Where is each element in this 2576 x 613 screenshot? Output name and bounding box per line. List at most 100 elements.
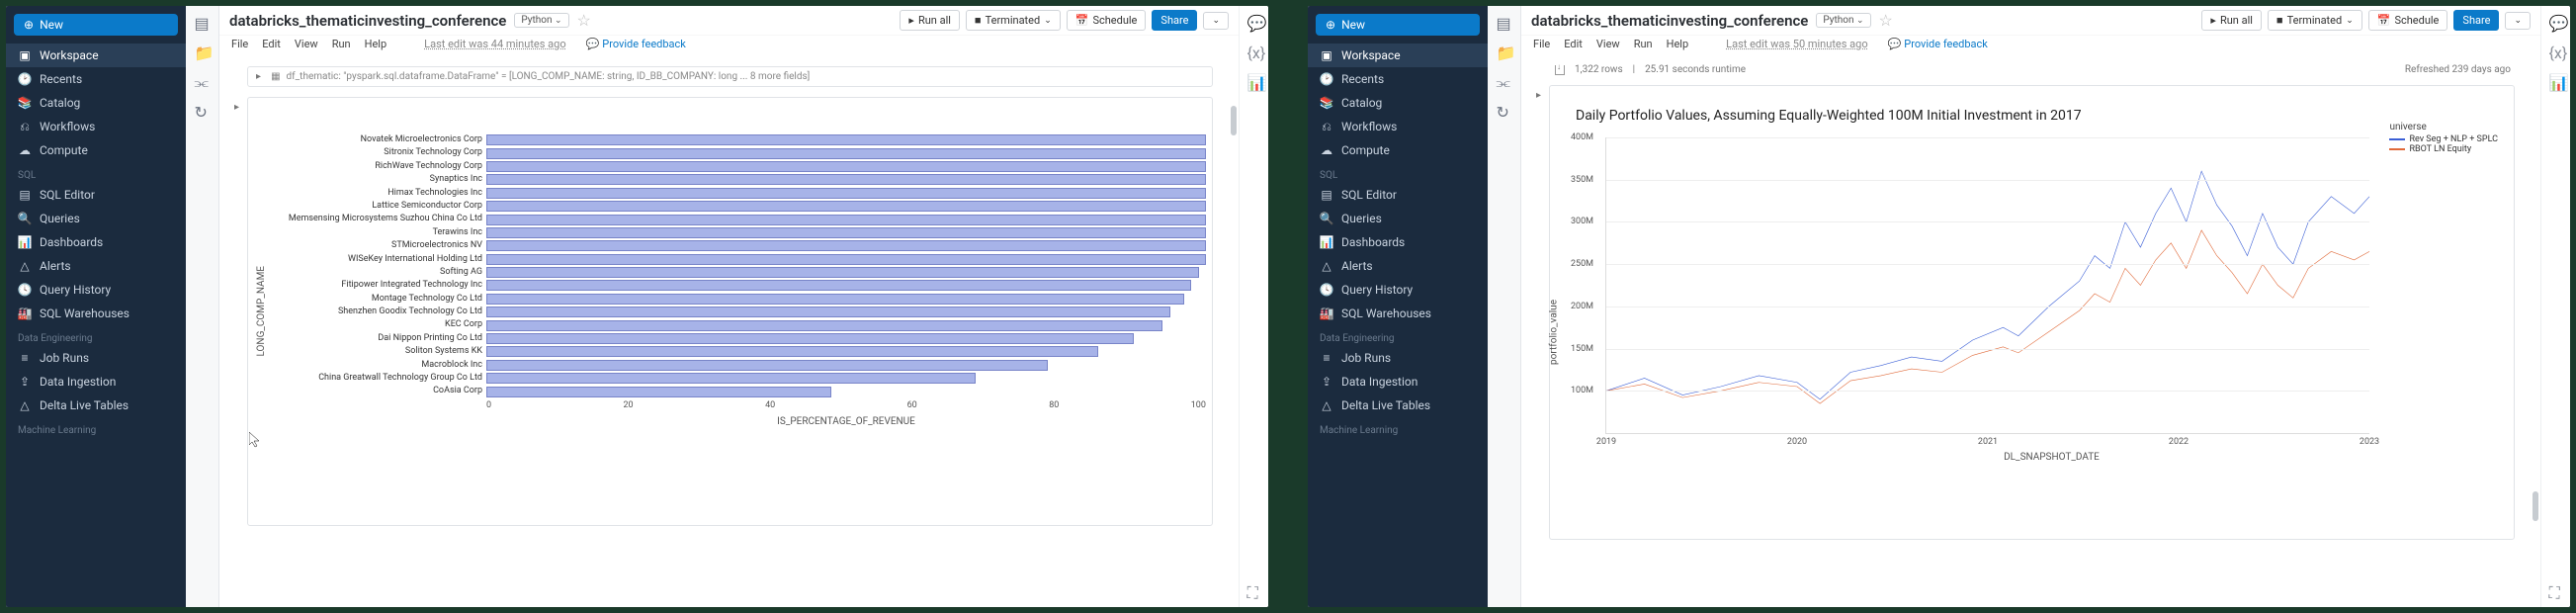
bar-category-label: RichWave Technology Corp [269, 160, 486, 173]
line-x-axis-label: DL_SNAPSHOT_DATE [1605, 452, 2498, 463]
menu-help[interactable]: Help [365, 38, 387, 50]
menu-edit[interactable]: Edit [262, 38, 281, 50]
folder-icon[interactable]: 📁 [1497, 44, 1512, 59]
last-edit-hint[interactable]: Last edit was 50 minutes ago [1726, 38, 1867, 50]
star-icon[interactable]: ☆ [577, 11, 591, 30]
expand-icon[interactable]: ⛶ [2549, 583, 2563, 597]
comment-icon[interactable]: 💬 [2549, 14, 2563, 28]
expand-triangle-icon[interactable]: ▸ [1536, 90, 1541, 101]
run-all-button[interactable]: ▸ Run all [900, 10, 960, 31]
folder-icon[interactable]: 📁 [195, 44, 211, 59]
sidebar-item-catalog[interactable]: 📚Catalog [6, 91, 186, 115]
menu-run[interactable]: Run [332, 38, 351, 50]
bar-category-label: WISeKey International Holding Ltd [269, 253, 486, 266]
sidebar-item-queryhistory[interactable]: 🕓Query History [6, 278, 186, 302]
graph-icon[interactable]: ⫘ [195, 73, 211, 89]
menu-view[interactable]: View [295, 38, 318, 50]
sidebar-item-compute[interactable]: ☁Compute [6, 138, 186, 162]
legend-swatch [2389, 138, 2405, 140]
x-tick-label: 2021 [1978, 437, 1998, 447]
refresh-icon[interactable]: ↻ [1497, 103, 1512, 119]
sidebar-item-label: Delta Live Tables [1341, 398, 1430, 412]
expand-triangle-icon[interactable]: ▸ [256, 71, 261, 82]
sidebar-item-ingestion[interactable]: ⇪Data Ingestion [6, 370, 186, 394]
run-all-button[interactable]: ▸ Run all [2201, 10, 2262, 31]
sidebar-item-warehouses[interactable]: 🏭SQL Warehouses [1308, 302, 1488, 325]
panel-icon[interactable]: 📊 [2549, 73, 2563, 87]
menu-run[interactable]: Run [1634, 38, 1653, 50]
comment-icon[interactable]: 💬 [1247, 14, 1261, 28]
share-button[interactable]: Share [2453, 10, 2499, 31]
menu-view[interactable]: View [1596, 38, 1620, 50]
expand-triangle-icon[interactable]: ▸ [234, 102, 239, 113]
sidebar-item-catalog[interactable]: 📚Catalog [1308, 91, 1488, 115]
sidebar-item-workspace[interactable]: ▣Workspace [6, 44, 186, 67]
last-edit-hint[interactable]: Last edit was 44 minutes ago [424, 38, 565, 50]
schedule-button[interactable]: 📅 Schedule [1067, 10, 1147, 31]
sidebar-item-warehouses[interactable]: 🏭SQL Warehouses [6, 302, 186, 325]
star-icon[interactable]: ☆ [1879, 11, 1893, 30]
notebook-title[interactable]: databricks_thematicinvesting_conference [229, 12, 506, 30]
menu-file[interactable]: File [231, 38, 248, 50]
graph-icon[interactable]: ⫘ [1497, 73, 1512, 89]
sidebar-item-ingestion[interactable]: ⇪Data Ingestion [1308, 370, 1488, 394]
sidebar-item-sqleditor[interactable]: ▤SQL Editor [6, 183, 186, 207]
cell-output-schema[interactable]: ▸ ▦ df_thematic: "pyspark.sql.dataframe.… [247, 66, 1213, 87]
workflows-icon: ⎌ [18, 120, 32, 133]
sidebar-item-alerts[interactable]: △Alerts [6, 254, 186, 278]
left-sidebar: ⊕ New ▣Workspace🕑Recents📚Catalog⎌Workflo… [1308, 6, 1488, 607]
sidebar-item-dashboards[interactable]: 📊Dashboards [1308, 230, 1488, 254]
legend-title: universe [2389, 122, 2498, 132]
cluster-status[interactable]: ■ Terminated ⌄ [966, 10, 1061, 31]
sidebar-item-recents[interactable]: 🕑Recents [1308, 67, 1488, 91]
share-button[interactable]: Share [1152, 10, 1197, 31]
cluster-status[interactable]: ■ Terminated ⌄ [2268, 10, 2362, 31]
language-selector[interactable]: Python ⌄ [1816, 13, 1870, 28]
download-icon[interactable] [1555, 65, 1565, 75]
sidebar-item-label: Workspace [1341, 48, 1401, 62]
sidebar-item-dlt[interactable]: △Delta Live Tables [1308, 394, 1488, 417]
menu-file[interactable]: File [1533, 38, 1550, 50]
sidebar-item-queryhistory[interactable]: 🕓Query History [1308, 278, 1488, 302]
sidebar-item-workflows[interactable]: ⎌Workflows [6, 115, 186, 138]
bar-category-label: Fitipower Integrated Technology Inc [269, 279, 486, 292]
sidebar-item-dlt[interactable]: △Delta Live Tables [6, 394, 186, 417]
sidebar-item-sqleditor[interactable]: ▤SQL Editor [1308, 183, 1488, 207]
sidebar-item-dashboards[interactable]: 📊Dashboards [6, 230, 186, 254]
sidebar-item-jobruns[interactable]: ≡Job Runs [1308, 346, 1488, 370]
feedback-link[interactable]: 💬Provide feedback [586, 38, 686, 50]
notebook-title[interactable]: databricks_thematicinvesting_conference [1531, 12, 1808, 30]
x-tick-label: 2023 [2360, 437, 2379, 447]
variable-icon[interactable]: {x} [2549, 44, 2563, 57]
more-button[interactable]: ⌄ [2505, 12, 2531, 30]
menu-edit[interactable]: Edit [1564, 38, 1583, 50]
feedback-link[interactable]: 💬Provide feedback [1888, 38, 1988, 50]
new-button[interactable]: ⊕ New [1316, 14, 1480, 36]
sidebar-item-workflows[interactable]: ⎌Workflows [1308, 115, 1488, 138]
bar-fill [486, 267, 1199, 278]
sidebar-item-recents[interactable]: 🕑Recents [6, 67, 186, 91]
bar-category-label: China Greatwall Technology Group Co Ltd [269, 372, 486, 385]
panel-icon[interactable]: 📊 [1247, 73, 1261, 87]
language-selector[interactable]: Python ⌄ [514, 13, 568, 28]
menu-help[interactable]: Help [1667, 38, 1689, 50]
sidebar-item-queries[interactable]: 🔍Queries [6, 207, 186, 230]
sidebar-item-alerts[interactable]: △Alerts [1308, 254, 1488, 278]
expand-icon[interactable]: ⛶ [1247, 583, 1261, 597]
scrollbar-thumb[interactable] [1231, 106, 1237, 135]
schedule-button[interactable]: 📅 Schedule [2368, 10, 2448, 31]
more-button[interactable]: ⌄ [1203, 12, 1229, 30]
notebook-icon[interactable]: ▤ [195, 14, 211, 30]
sidebar-item-compute[interactable]: ☁Compute [1308, 138, 1488, 162]
sidebar-item-queries[interactable]: 🔍Queries [1308, 207, 1488, 230]
refresh-icon[interactable]: ↻ [195, 103, 211, 119]
sidebar-item-workspace[interactable]: ▣Workspace [1308, 44, 1488, 67]
menubar: File Edit View Run Help Last edit was 44 min… [219, 36, 1239, 56]
new-button[interactable]: ⊕ New [14, 14, 178, 36]
sidebar-item-label: Catalog [40, 96, 80, 110]
scrollbar-thumb[interactable] [2533, 491, 2538, 521]
x-tick-label: 2022 [2169, 437, 2189, 447]
notebook-icon[interactable]: ▤ [1497, 14, 1512, 30]
variable-icon[interactable]: {x} [1247, 44, 1261, 57]
sidebar-item-jobruns[interactable]: ≡Job Runs [6, 346, 186, 370]
